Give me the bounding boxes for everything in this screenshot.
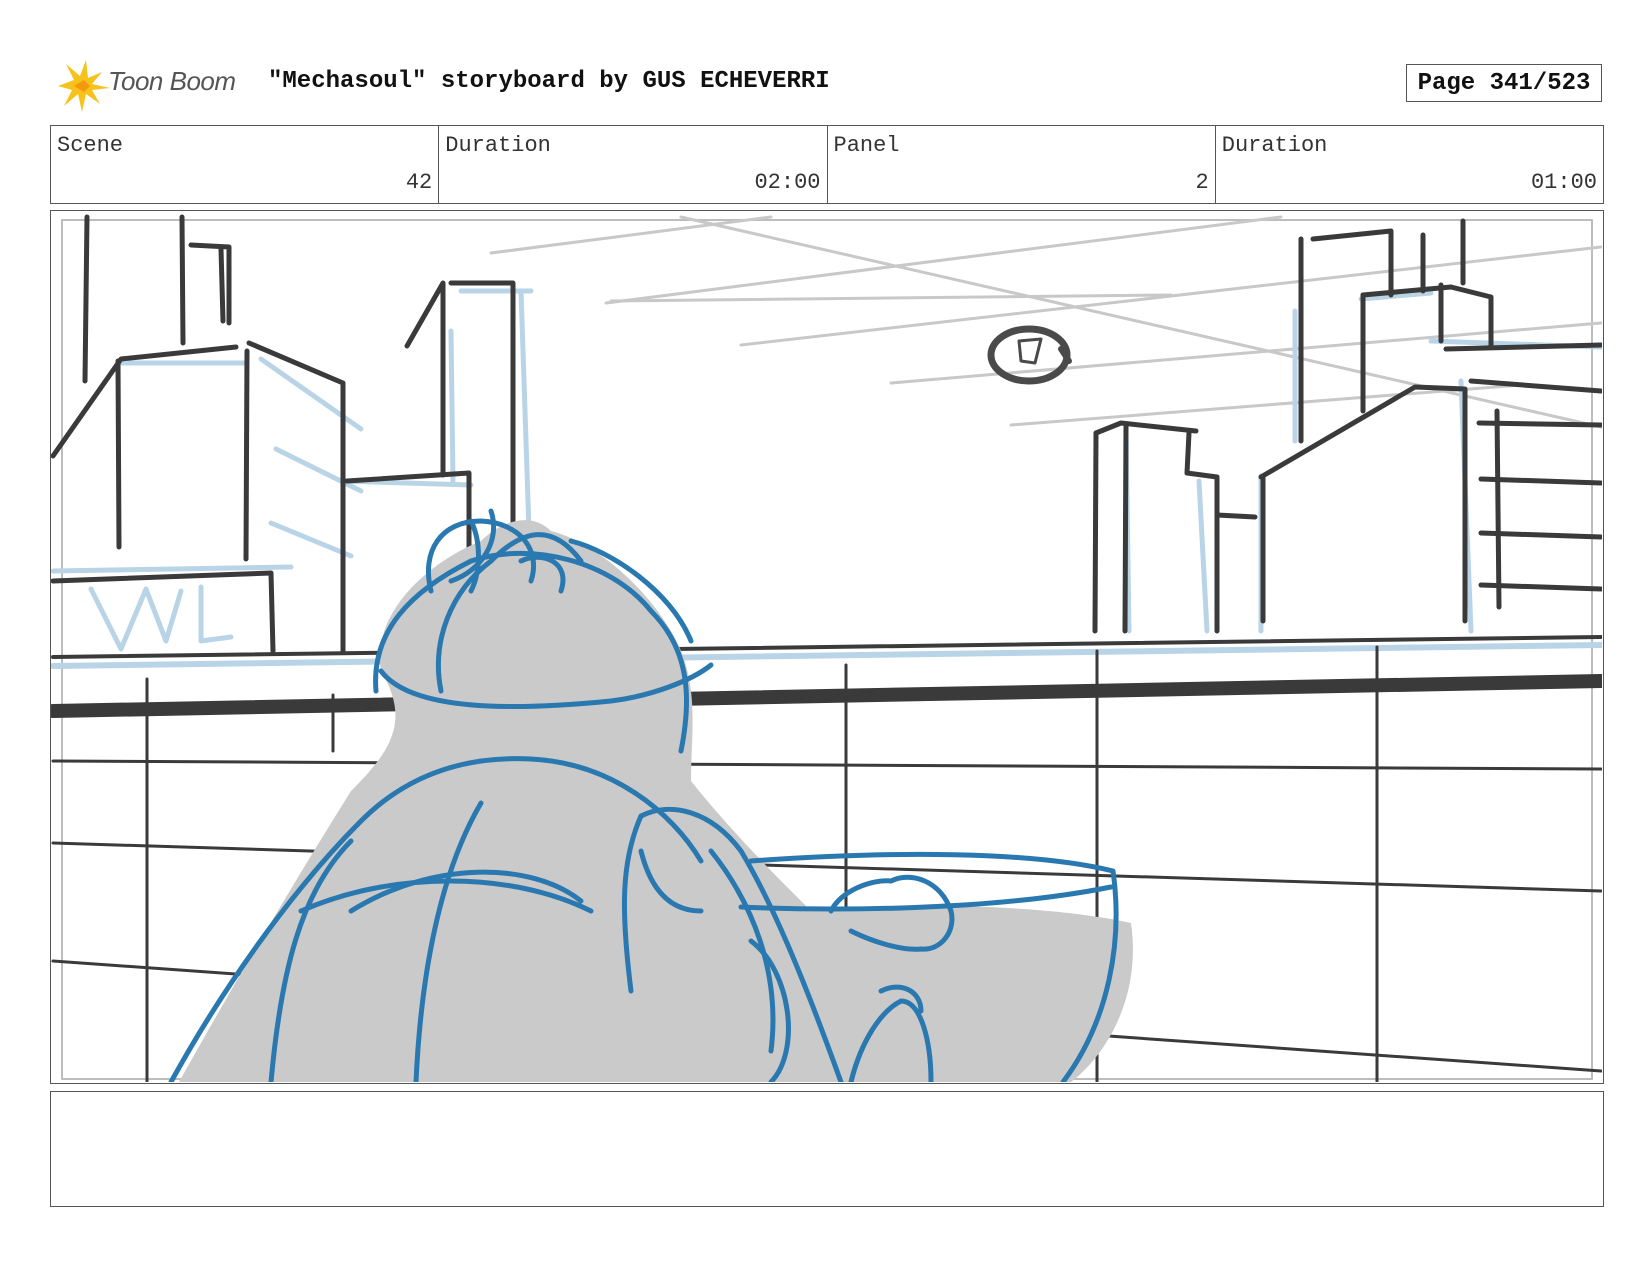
- scene-duration-label: Duration: [445, 133, 551, 158]
- panel-duration-cell: Duration 01:00: [1216, 126, 1603, 203]
- character-figure: [168, 508, 1133, 1082]
- panel-sketch: [51, 214, 1602, 1082]
- page-number: Page 341/523: [1406, 64, 1602, 102]
- panel-duration-value: 01:00: [1530, 170, 1597, 195]
- scene-info-table: Scene 42 Duration 02:00 Panel 2 Duration…: [50, 125, 1604, 204]
- storyboard-panel: [50, 210, 1604, 1084]
- starburst-icon: [58, 60, 110, 112]
- panel-duration-label: Duration: [1221, 133, 1328, 158]
- scene-duration-cell: Duration 02:00: [439, 126, 828, 203]
- sky-clock-icon: [987, 325, 1072, 385]
- logo-text: Toon Boom: [108, 66, 236, 96]
- scene-cell: Scene 42: [51, 126, 440, 203]
- scene-value: 42: [405, 170, 433, 195]
- toon-boom-logo: Toon Boom: [52, 58, 252, 114]
- panel-label: Panel: [833, 133, 900, 158]
- right-buildings: [1092, 218, 1602, 634]
- caption-box: [50, 1091, 1604, 1207]
- scene-duration-value: 02:00: [754, 170, 821, 195]
- scene-label: Scene: [57, 133, 124, 158]
- panel-value: 2: [1195, 170, 1209, 195]
- sky-structure-lines: [489, 215, 1602, 429]
- storyboard-title: "Mechasoul" storyboard by GUS ECHEVERRI: [268, 68, 830, 95]
- panel-cell: Panel 2: [828, 126, 1216, 203]
